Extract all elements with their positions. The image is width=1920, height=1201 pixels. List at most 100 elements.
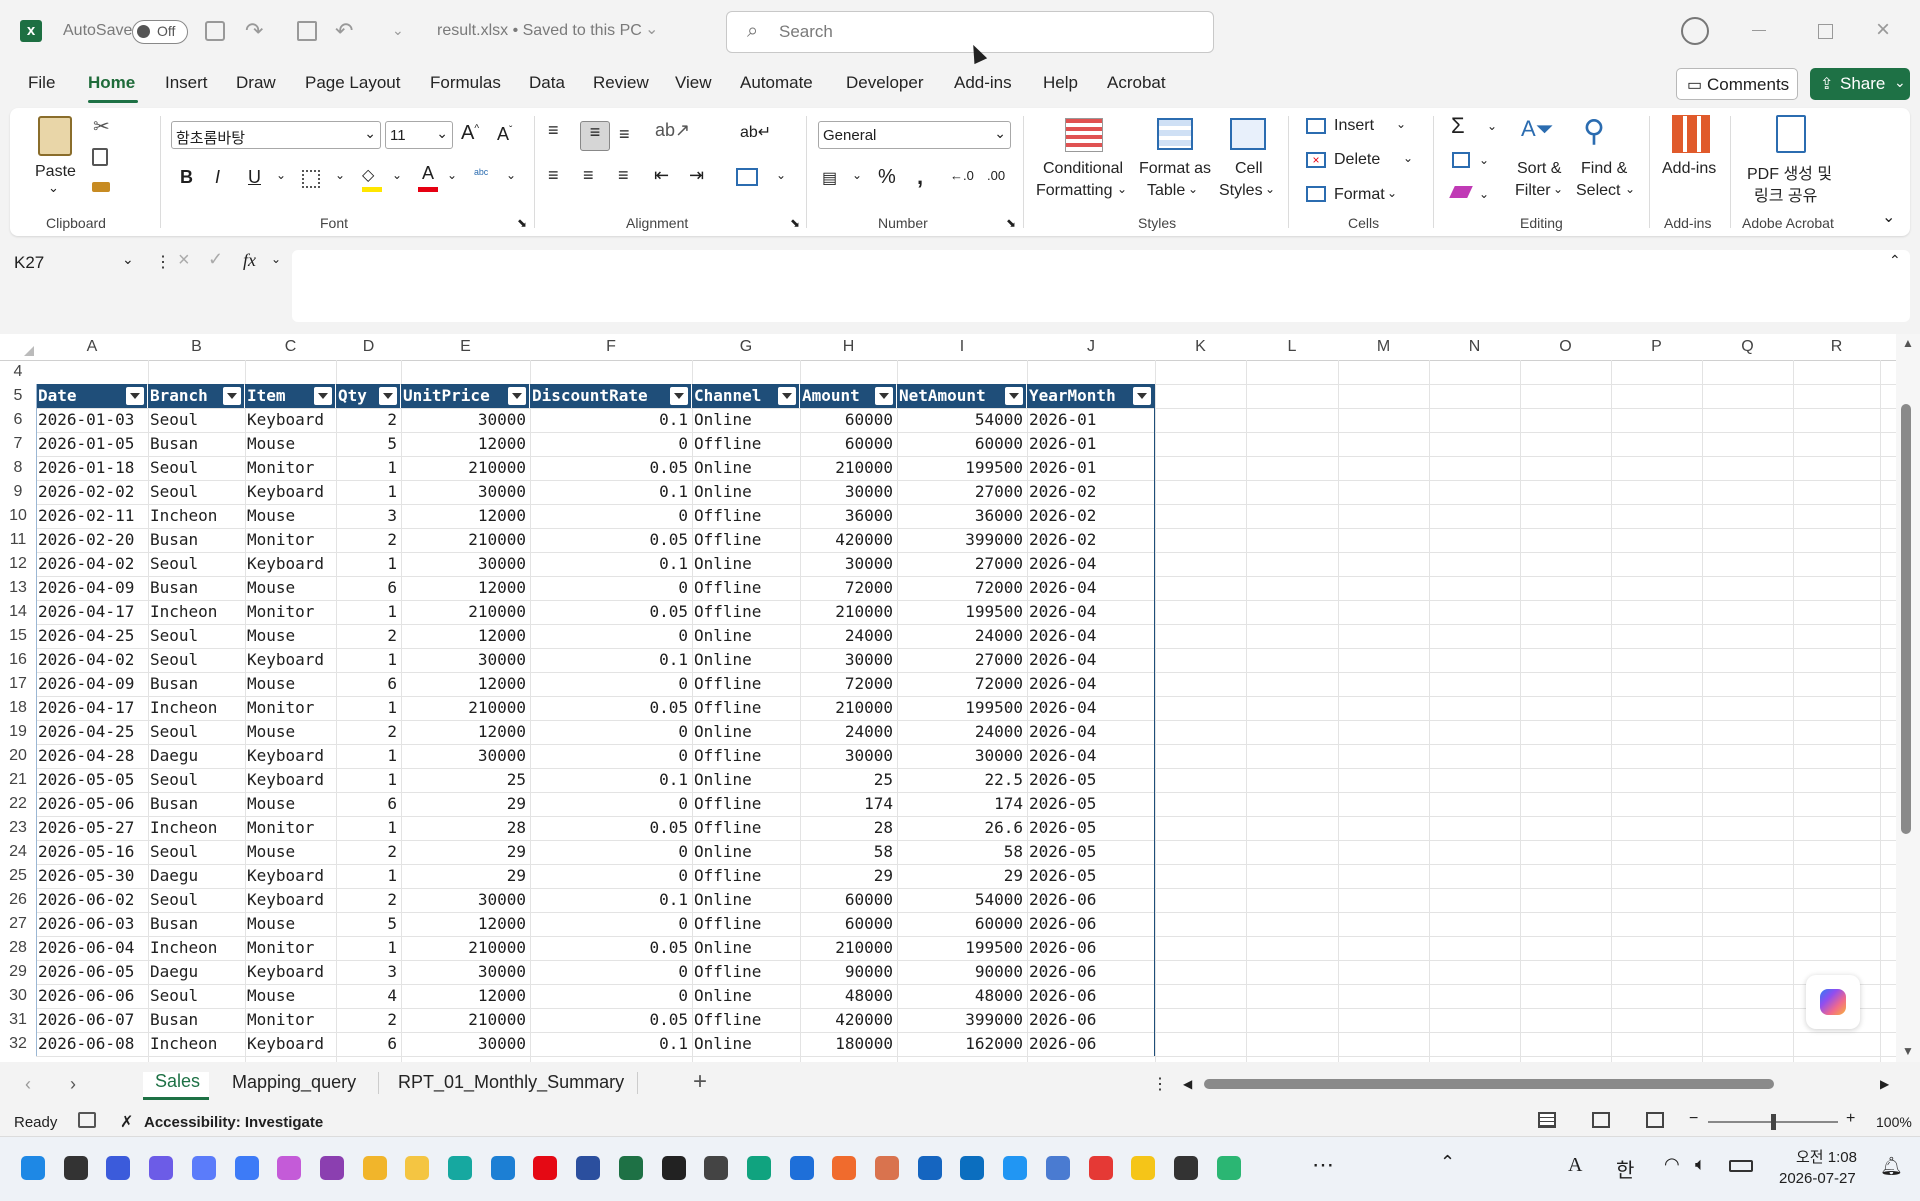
table-cell[interactable]: Monitor [247,600,332,624]
table-cell[interactable]: 162000 [899,1032,1023,1056]
table-cell[interactable]: Mouse [247,576,332,600]
table-cell[interactable]: 199500 [899,600,1023,624]
row-header[interactable]: 21 [0,768,36,792]
table-cell[interactable]: 29 [403,864,526,888]
taskbar-app-icon[interactable] [490,1156,515,1180]
table-cell[interactable]: 6 [338,1032,397,1056]
addins-icon[interactable] [1672,115,1710,153]
format-button[interactable]: Format [1334,186,1385,204]
table-cell[interactable]: 210000 [403,936,526,960]
overflow-icon[interactable]: ⋯ [1312,1152,1334,1178]
filter-dropdown-icon[interactable] [508,387,526,405]
table-cell[interactable]: Mouse [247,624,332,648]
table-cell[interactable]: 30000 [403,552,526,576]
table-cell[interactable]: Incheon [150,816,241,840]
wrap-text-icon[interactable]: ab↵ [740,122,771,142]
table-cell[interactable]: 2 [338,888,397,912]
table-header-branch[interactable]: Branch [148,384,244,408]
table-cell[interactable]: 2026-06-02 [38,888,144,912]
table-cell[interactable]: Offline [694,432,796,456]
table-cell[interactable]: Mouse [247,504,332,528]
row-header[interactable]: 24 [0,840,36,864]
chevron-down-icon[interactable]: ⌄ [1117,182,1127,196]
table-cell[interactable]: 25 [802,768,893,792]
table-cell[interactable]: 0 [532,792,688,816]
table-cell[interactable]: 0 [532,984,688,1008]
format-cells-icon[interactable] [1306,186,1326,202]
table-cell[interactable]: 12000 [403,504,526,528]
table-cell[interactable]: 0 [532,720,688,744]
taskbar-app-icon[interactable] [1131,1156,1156,1180]
table-cell[interactable]: 24000 [802,624,893,648]
table-cell[interactable]: Offline [694,600,796,624]
table-cell[interactable]: 3 [338,960,397,984]
insert-cells-icon[interactable] [1306,118,1326,134]
table-cell[interactable]: Keyboard [247,768,332,792]
table-cell[interactable]: 72000 [802,672,893,696]
table-cell[interactable]: 0.1 [532,768,688,792]
table-cell[interactable]: 2026-04-25 [38,624,144,648]
table-cell[interactable]: 2026-01-18 [38,456,144,480]
table-cell[interactable]: 174 [802,792,893,816]
addins-button[interactable]: Add-ins [1662,160,1716,178]
table-cell[interactable]: 24000 [899,624,1023,648]
pdf-line2[interactable]: 링크 공유 [1754,182,1817,206]
pdf-line1[interactable]: PDF 생성 및 [1747,160,1832,184]
table-cell[interactable]: Seoul [150,624,241,648]
scroll-right-icon[interactable]: ▶ [1880,1077,1889,1091]
fill-icon[interactable] [1452,152,1470,168]
table-cell[interactable]: 2026-02-02 [38,480,144,504]
table-cell[interactable]: 0.05 [532,600,688,624]
table-cell[interactable]: 2026-04-02 [38,648,144,672]
tab-draw[interactable]: Draw [236,73,276,93]
filter-dropdown-icon[interactable] [670,387,688,405]
align-bottom-icon[interactable]: ≡ [619,124,630,145]
table-cell[interactable]: 2026-04 [1029,672,1151,696]
table-cell[interactable]: Monitor [247,936,332,960]
dialog-launcher-icon[interactable]: ⬊ [517,216,527,230]
table-cell[interactable]: 2 [338,1008,397,1032]
filter-dropdown-icon[interactable] [875,387,893,405]
form-icon[interactable] [297,21,317,41]
table-cell[interactable]: 210000 [403,528,526,552]
table-cell[interactable]: Mouse [247,720,332,744]
table-cell[interactable]: 2026-04-17 [38,696,144,720]
column-header-p[interactable]: P [1611,334,1702,360]
chevron-down-icon[interactable]: ⌄ [1403,151,1413,165]
table-cell[interactable]: 30000 [403,648,526,672]
row-header[interactable]: 12 [0,552,36,576]
table-cell[interactable]: Incheon [150,1032,241,1056]
table-cell[interactable]: 2026-06-04 [38,936,144,960]
table-cell[interactable]: 60000 [802,888,893,912]
table-cell[interactable]: 30000 [403,1032,526,1056]
decrease-font-size-icon[interactable]: Aˇ [497,124,512,145]
table-cell[interactable]: 2026-06-08 [38,1032,144,1056]
collapse-formula-bar-icon[interactable]: ⌃ [1889,252,1901,269]
zoom-slider-thumb[interactable] [1771,1114,1776,1130]
chevron-down-icon[interactable]: ⌄ [276,168,286,182]
table-cell[interactable]: Offline [694,792,796,816]
table-cell[interactable]: 90000 [899,960,1023,984]
table-cell[interactable]: 0.1 [532,888,688,912]
table-cell[interactable]: Seoul [150,720,241,744]
table-cell[interactable]: 29 [899,864,1023,888]
table-cell[interactable]: 1 [338,552,397,576]
table-cell[interactable]: Busan [150,672,241,696]
taskbar-app-icon[interactable] [917,1156,942,1180]
cancel-formula-icon[interactable]: × [178,249,190,272]
delete-button[interactable]: Delete [1334,151,1380,169]
taskbar-app-icon[interactable] [362,1156,387,1180]
table-cell[interactable]: Busan [150,792,241,816]
taskbar-app-icon[interactable] [533,1156,558,1180]
table-cell[interactable]: 2026-02-20 [38,528,144,552]
pdf-icon[interactable] [1776,115,1806,153]
taskbar-app-icon[interactable] [21,1156,45,1180]
copilot-button[interactable] [1806,975,1860,1029]
increase-indent-icon[interactable]: ⇥ [689,165,704,186]
table-cell[interactable]: 2026-04 [1029,720,1151,744]
table-cell[interactable]: Offline [694,576,796,600]
table-cell[interactable]: Seoul [150,888,241,912]
taskbar-app-icon[interactable] [875,1156,899,1180]
comments-button[interactable]: ▭ Comments [1676,68,1798,100]
row-header[interactable]: 29 [0,960,36,984]
